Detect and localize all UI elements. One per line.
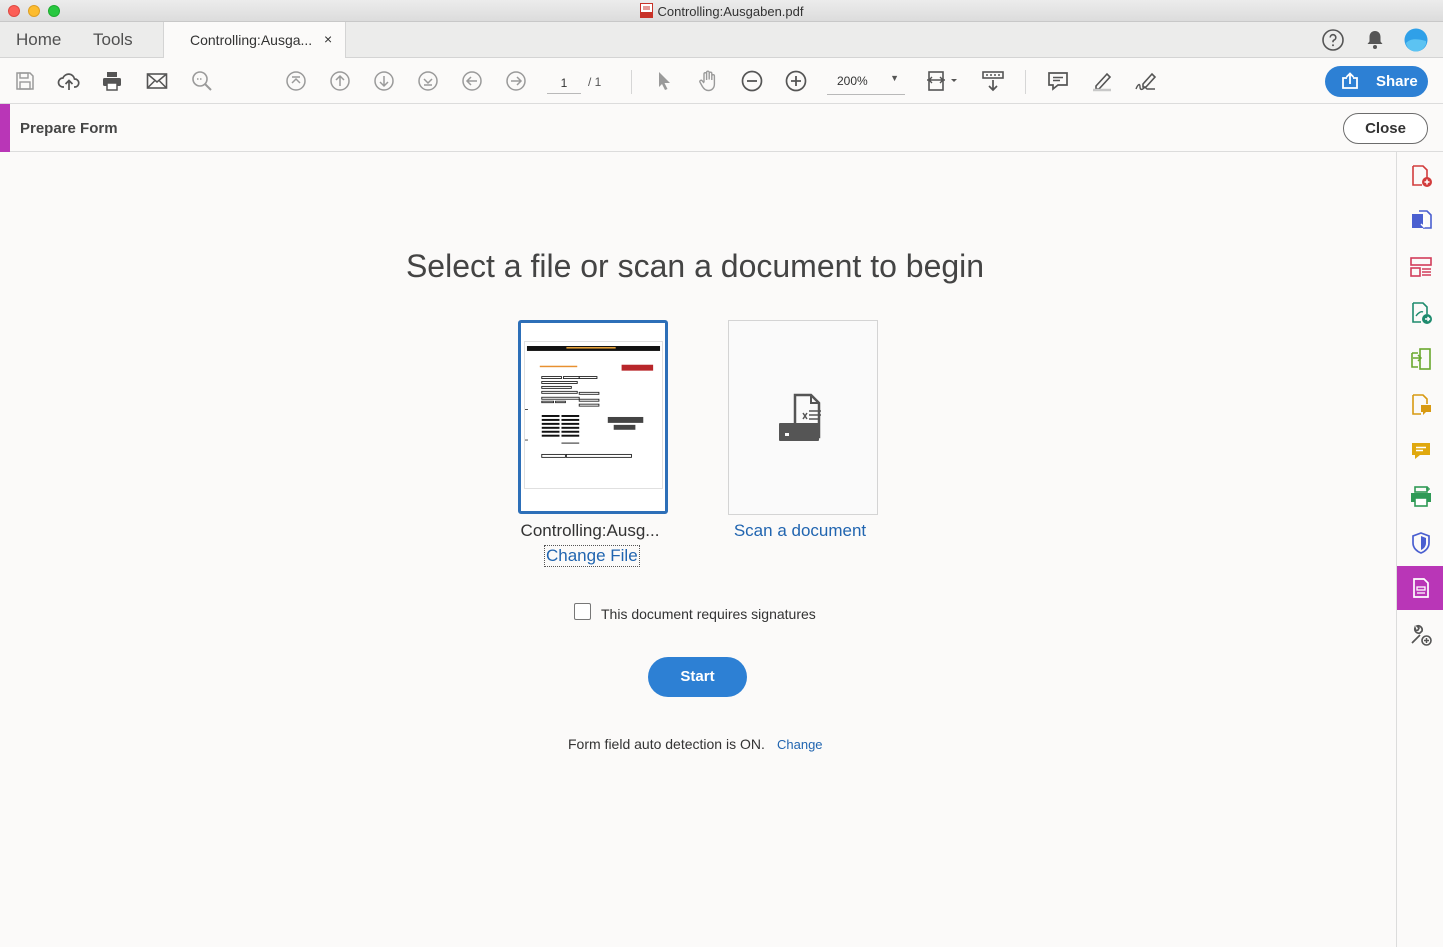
next-page-icon[interactable] <box>372 69 396 93</box>
signatures-checkbox[interactable] <box>574 603 591 620</box>
first-page-icon[interactable] <box>284 69 308 93</box>
edit-pdf-icon <box>1412 302 1432 324</box>
save-icon[interactable] <box>13 69 37 93</box>
toolbar-divider <box>1025 70 1026 94</box>
close-tab-icon[interactable]: × <box>324 31 332 47</box>
scan-document-link[interactable]: Scan a document <box>720 521 880 541</box>
tool-title: Prepare Form <box>20 120 118 137</box>
sidebar-item-export-pdf[interactable] <box>1397 199 1443 243</box>
compare-icon <box>1411 348 1431 370</box>
scan-document-card[interactable] <box>728 320 878 515</box>
tool-header-bar: Prepare Form Close <box>0 104 1443 152</box>
tab-tools[interactable]: Tools <box>77 22 149 58</box>
upload-icon[interactable] <box>57 69 81 93</box>
sign-icon[interactable] <box>1134 69 1158 93</box>
change-file-link[interactable]: Change File <box>544 545 640 567</box>
share-label: Share <box>1376 73 1418 90</box>
print-icon[interactable] <box>100 69 124 93</box>
start-button[interactable]: Start <box>648 657 747 697</box>
signatures-checkbox-label[interactable]: This document requires signatures <box>601 606 816 622</box>
selected-file-card[interactable] <box>518 320 668 514</box>
zoom-dropdown[interactable]: 200% ▼ <box>827 70 905 95</box>
title-bar: Controlling:Ausgaben.pdf <box>0 0 1443 22</box>
tools-sidebar <box>1396 152 1443 947</box>
change-auto-detection-link[interactable]: Change <box>777 737 823 752</box>
hand-icon[interactable] <box>696 69 720 93</box>
sidebar-item-create-pdf[interactable] <box>1397 154 1443 198</box>
chevron-down-icon: ▼ <box>890 73 899 83</box>
account-avatar-icon[interactable] <box>1404 28 1428 52</box>
page-number-input[interactable] <box>547 72 581 94</box>
notifications-bell-icon[interactable] <box>1363 28 1387 52</box>
prev-page-icon[interactable] <box>328 69 352 93</box>
back-icon[interactable] <box>460 69 484 93</box>
sidebar-item-comment[interactable] <box>1397 429 1443 473</box>
help-icon[interactable] <box>1321 28 1345 52</box>
sidebar-item-send-for-comments[interactable] <box>1397 383 1443 427</box>
page-total: / 1 <box>588 75 602 89</box>
organize-pages-icon <box>1410 257 1432 277</box>
highlight-icon[interactable] <box>1090 69 1114 93</box>
main-content: Select a file or scan a document to begi… <box>0 152 1396 947</box>
sidebar-item-prepare-form[interactable] <box>1397 566 1443 610</box>
scanner-icon <box>779 393 821 441</box>
tab-bar: Home Tools Controlling:Ausga... × <box>0 22 1443 58</box>
print-production-icon <box>1411 486 1431 507</box>
more-tools-icon <box>1411 624 1432 646</box>
toolbar-divider <box>631 70 632 94</box>
sidebar-item-organize-pages[interactable] <box>1397 245 1443 289</box>
forward-icon[interactable] <box>504 69 528 93</box>
zoom-in-icon[interactable] <box>784 69 808 93</box>
export-pdf-icon <box>1412 210 1432 229</box>
document-tab-label: Controlling:Ausga... <box>190 32 313 48</box>
page-heading: Select a file or scan a document to begi… <box>405 248 985 284</box>
window-title-text: Controlling:Ausgaben.pdf <box>657 4 804 19</box>
sidebar-item-protect[interactable] <box>1397 521 1443 565</box>
prepare-form-icon <box>1413 578 1429 598</box>
auto-detection-status: Form field auto detection is ON. <box>568 736 765 752</box>
select-cursor-icon[interactable] <box>652 69 676 93</box>
share-icon <box>1342 72 1358 89</box>
pdf-file-icon <box>639 3 653 18</box>
comment-tool-icon <box>1412 443 1430 459</box>
email-icon[interactable] <box>145 69 169 93</box>
share-button[interactable]: Share <box>1325 66 1428 97</box>
tab-document[interactable]: Controlling:Ausga... × <box>163 22 346 58</box>
zoom-out-icon[interactable] <box>740 69 764 93</box>
tab-home[interactable]: Home <box>0 22 77 58</box>
selected-file-name: Controlling:Ausg... <box>520 521 660 540</box>
close-tool-button[interactable]: Close <box>1343 113 1428 144</box>
zoom-value: 200% <box>837 74 868 88</box>
sidebar-item-compare[interactable] <box>1397 337 1443 381</box>
protect-icon <box>1412 532 1430 554</box>
scroll-mode-icon[interactable] <box>981 69 1005 93</box>
last-page-icon[interactable] <box>416 69 440 93</box>
send-for-comments-icon <box>1412 394 1431 415</box>
sidebar-item-edit-pdf[interactable] <box>1397 291 1443 335</box>
sidebar-item-print-production[interactable] <box>1397 475 1443 519</box>
create-pdf-icon <box>1412 165 1432 187</box>
fit-page-icon[interactable] <box>926 69 960 93</box>
comment-icon[interactable] <box>1046 69 1070 93</box>
sidebar-item-more-tools[interactable] <box>1397 613 1443 657</box>
document-thumbnail <box>524 341 663 489</box>
window-title: Controlling:Ausgaben.pdf <box>0 3 1443 19</box>
tool-accent-stripe <box>0 104 10 152</box>
main-toolbar: / 1 200% ▼ Share <box>0 58 1443 104</box>
zoom-search-icon[interactable] <box>190 69 214 93</box>
